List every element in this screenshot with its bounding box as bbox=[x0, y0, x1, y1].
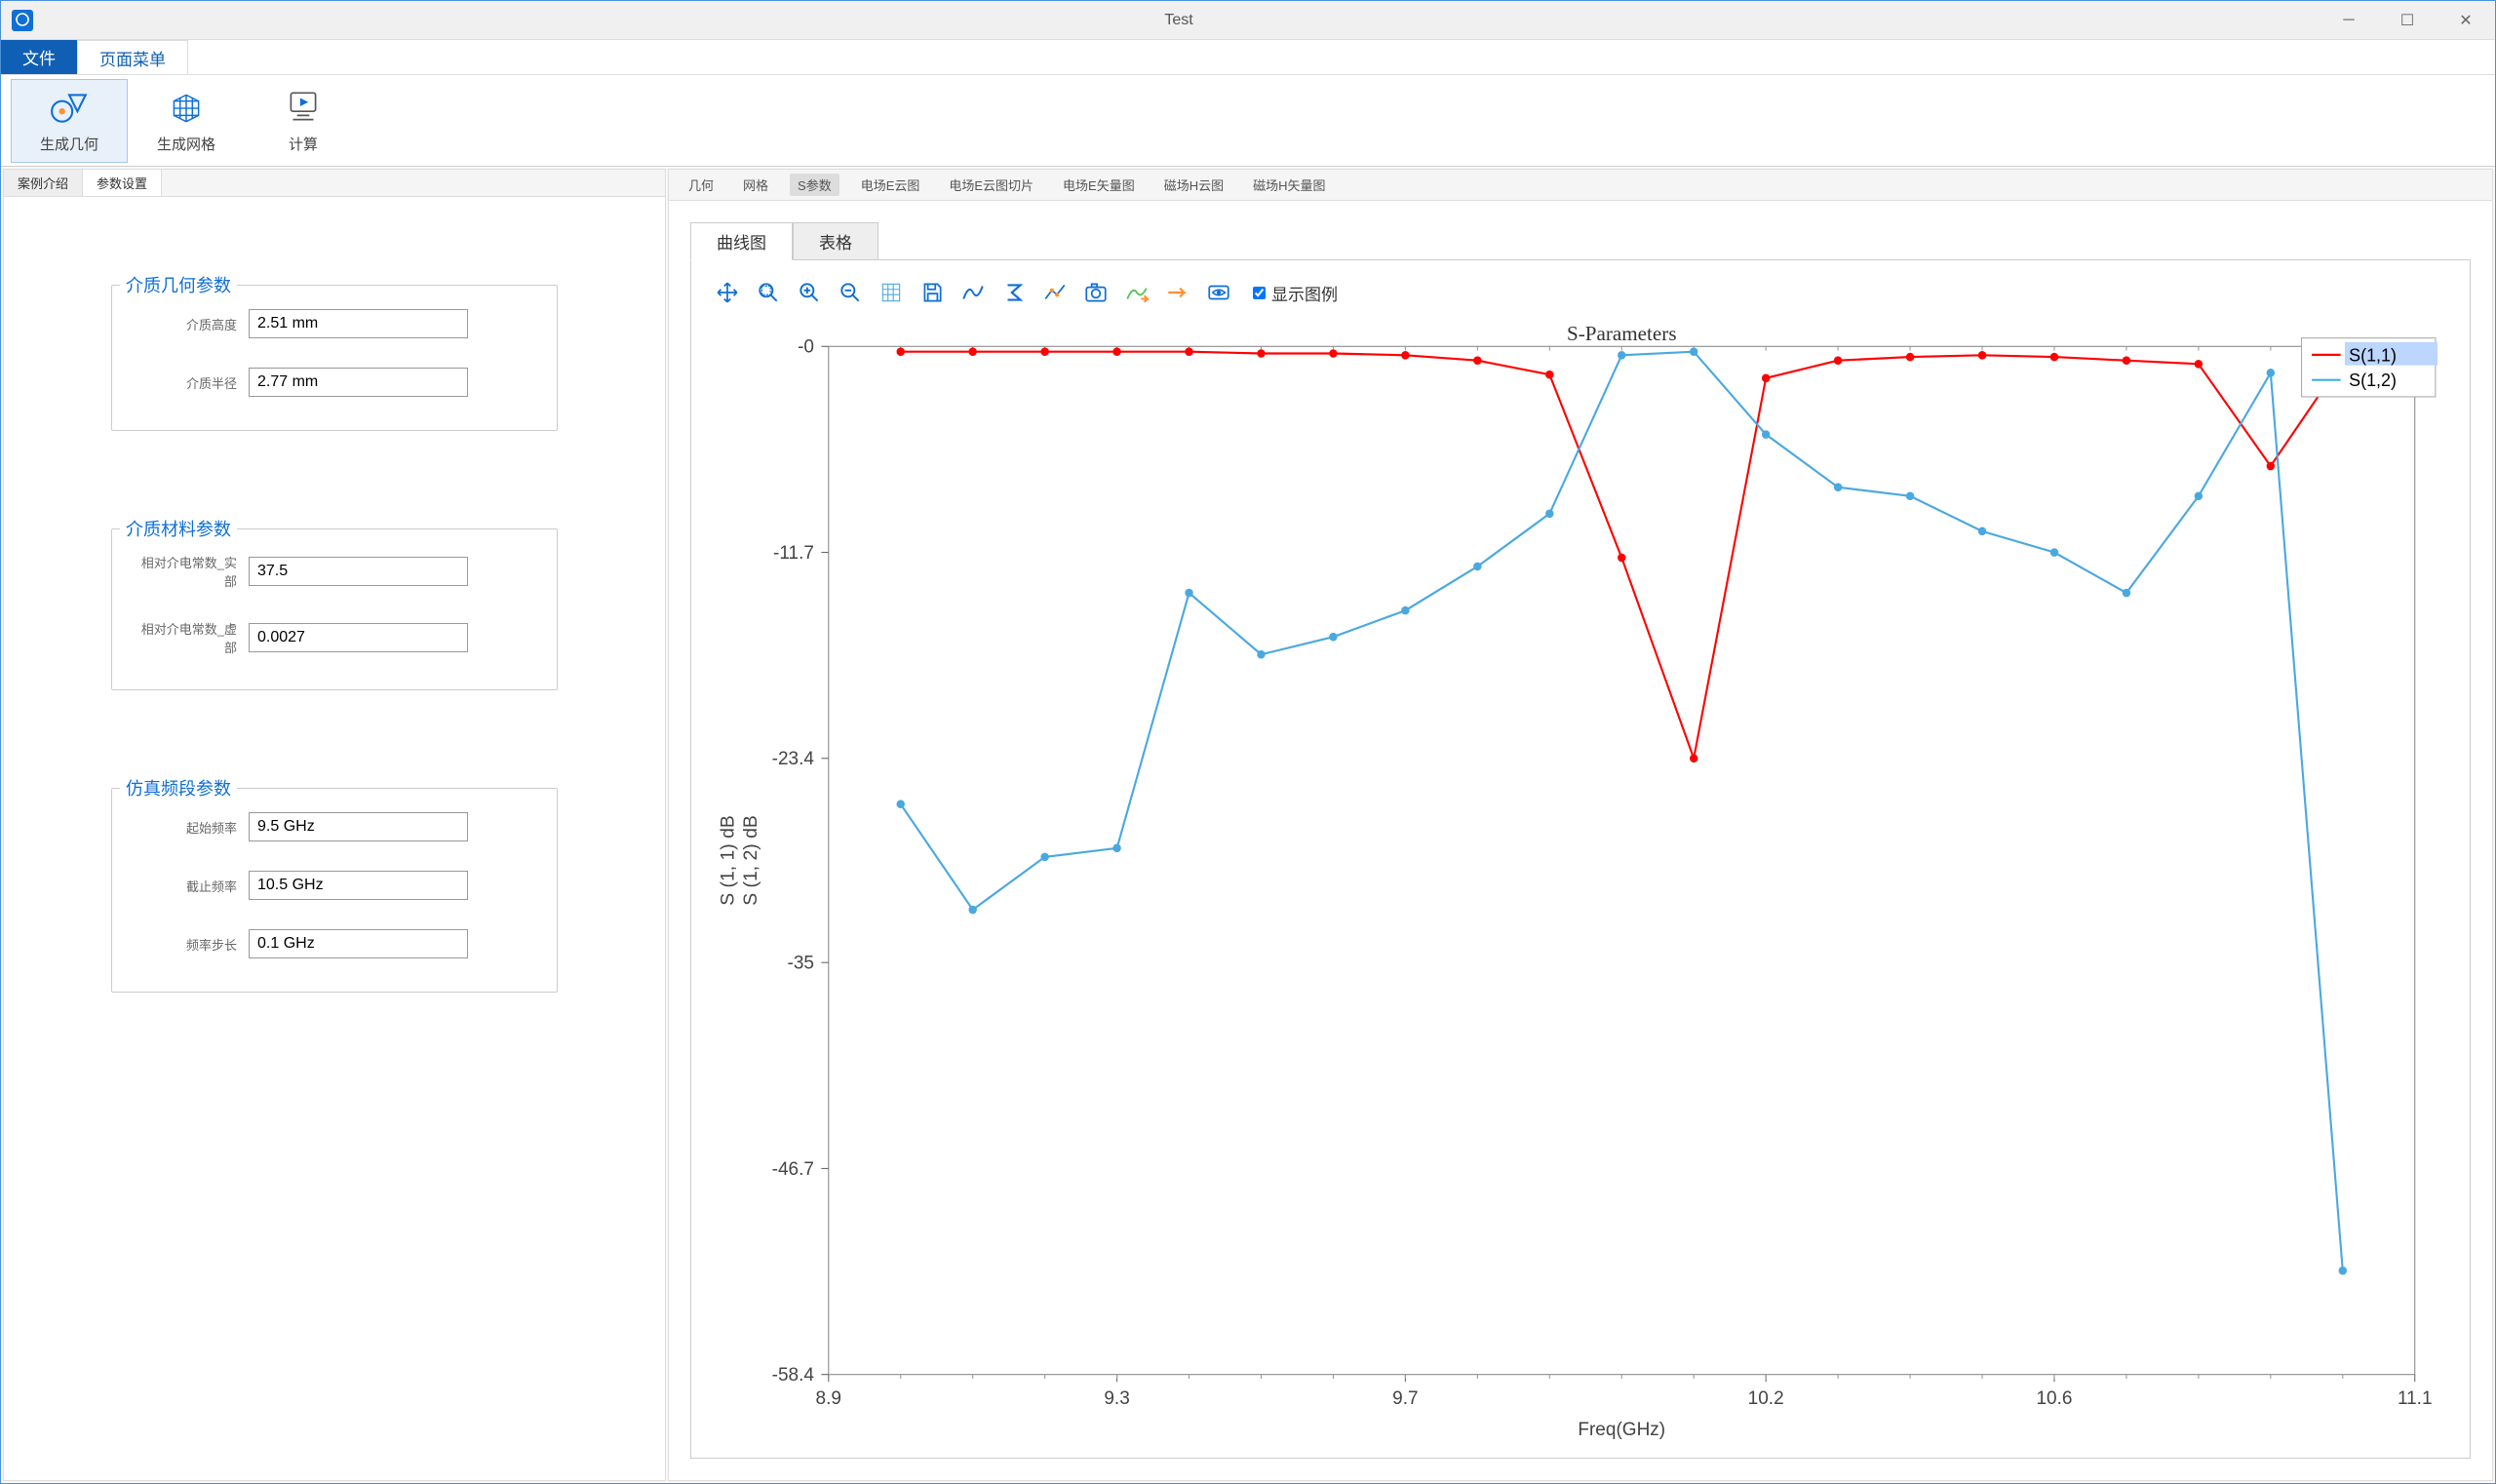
tab-table[interactable]: 表格 bbox=[793, 222, 878, 260]
tool-camera-icon[interactable] bbox=[1077, 274, 1114, 311]
label-eps-imag: 相对介电常数_虚部 bbox=[132, 619, 249, 656]
geometry-icon bbox=[49, 87, 90, 128]
view-tab[interactable]: 电场E云图 bbox=[853, 174, 928, 196]
app-icon bbox=[7, 5, 38, 36]
label-medium-radius: 介质半径 bbox=[132, 373, 249, 392]
input-eps-imag[interactable] bbox=[249, 623, 468, 652]
tool-zoom-box-icon[interactable] bbox=[750, 274, 787, 311]
minimize-button[interactable]: ─ bbox=[2320, 1, 2378, 40]
svg-text:10.2: 10.2 bbox=[1748, 1388, 1784, 1409]
tool-export-icon[interactable] bbox=[1118, 274, 1155, 311]
mesh-icon bbox=[166, 87, 207, 128]
group-geometry: 介质几何参数 介质高度 介质半径 bbox=[111, 285, 558, 431]
svg-text:-58.4: -58.4 bbox=[772, 1365, 815, 1386]
ribbon-generate-mesh[interactable]: 生成网格 bbox=[128, 79, 245, 163]
group-material: 介质材料参数 相对介电常数_实部 相对介电常数_虚部 bbox=[111, 528, 558, 690]
input-step-freq[interactable] bbox=[249, 929, 468, 958]
ribbon: 生成几何 生成网格 计算 bbox=[1, 75, 2495, 167]
plot[interactable]: S-Parameters 8.9 9.3 9.7 10.2 10.6 11.1 -0 -11.7… bbox=[705, 315, 2456, 1448]
view-tab[interactable]: S参数 bbox=[790, 174, 839, 196]
ribbon-label: 计算 bbox=[289, 134, 318, 154]
svg-text:-46.7: -46.7 bbox=[772, 1159, 814, 1180]
ribbon-label: 生成几何 bbox=[40, 134, 98, 154]
ribbon-compute[interactable]: 计算 bbox=[245, 79, 362, 163]
input-start-freq[interactable] bbox=[249, 812, 468, 841]
tool-arrow-icon[interactable] bbox=[1159, 274, 1196, 311]
tab-param-settings[interactable]: 参数设置 bbox=[83, 170, 162, 196]
svg-text:11.1: 11.1 bbox=[2398, 1388, 2433, 1409]
group-title: 仿真频段参数 bbox=[120, 775, 237, 801]
left-tabs: 案例介绍 参数设置 bbox=[4, 170, 665, 197]
svg-text:S-Parameters: S-Parameters bbox=[1567, 322, 1677, 345]
menubar: 文件 页面菜单 bbox=[1, 40, 2495, 75]
tab-case-intro[interactable]: 案例介绍 bbox=[4, 170, 83, 196]
window-title: Test bbox=[38, 12, 2320, 29]
svg-text:9.3: 9.3 bbox=[1104, 1388, 1129, 1409]
compute-icon bbox=[283, 87, 324, 128]
tool-eye-icon[interactable] bbox=[1200, 274, 1237, 311]
window-controls: ─ ☐ ✕ bbox=[2320, 1, 2495, 40]
legend-checkbox-input[interactable] bbox=[1253, 287, 1266, 299]
view-tabs: 几何网格 S参数电场E云图电场E云图切片电场E矢量图磁场H云图磁场H矢量图 bbox=[669, 170, 2492, 201]
svg-text:S (1, 1) dB: S (1, 1) dB bbox=[719, 815, 739, 906]
legend-checkbox-label: 显示图例 bbox=[1271, 281, 1338, 305]
input-medium-height[interactable] bbox=[249, 309, 468, 338]
label-step-freq: 频率步长 bbox=[132, 935, 249, 954]
parameter-panel: 案例介绍 参数设置 介质几何参数 介质高度 介质半径 介质材料参数 bbox=[3, 169, 666, 1481]
input-medium-radius[interactable] bbox=[249, 368, 468, 397]
label-start-freq: 起始频率 bbox=[132, 818, 249, 837]
view-tab[interactable]: 几何 bbox=[681, 174, 722, 196]
tool-sigma-icon[interactable] bbox=[995, 274, 1033, 311]
tool-grid-icon[interactable] bbox=[873, 274, 910, 311]
chart-body: 显示图例 S-Parameters 8.9 9.3 9.7 10.2 10.6 11.1 -0… bbox=[690, 259, 2471, 1459]
close-button[interactable]: ✕ bbox=[2437, 1, 2495, 40]
tool-zoom-in-icon[interactable] bbox=[791, 274, 828, 311]
view-tab[interactable]: 磁场H矢量图 bbox=[1245, 174, 1333, 196]
view-tab[interactable]: 网格 bbox=[735, 174, 776, 196]
input-stop-freq[interactable] bbox=[249, 871, 468, 900]
svg-text:-35: -35 bbox=[788, 954, 814, 974]
tool-save-icon[interactable] bbox=[914, 274, 951, 311]
ribbon-generate-geometry[interactable]: 生成几何 bbox=[11, 79, 128, 163]
group-title: 介质材料参数 bbox=[120, 516, 237, 541]
svg-text:-23.4: -23.4 bbox=[772, 749, 815, 769]
label-medium-height: 介质高度 bbox=[132, 315, 249, 333]
chart-area: 曲线图 表格 bbox=[669, 201, 2492, 1480]
svg-text:-0: -0 bbox=[798, 337, 814, 358]
svg-text:9.7: 9.7 bbox=[1392, 1388, 1418, 1409]
label-eps-real: 相对介电常数_实部 bbox=[132, 553, 249, 590]
legend-checkbox[interactable]: 显示图例 bbox=[1253, 281, 1338, 305]
results-panel: 几何网格 S参数电场E云图电场E云图切片电场E矢量图磁场H云图磁场H矢量图 曲线图… bbox=[668, 169, 2493, 1481]
group-title: 介质几何参数 bbox=[120, 272, 237, 297]
tool-marker-icon[interactable] bbox=[1036, 274, 1073, 311]
chart-toolbar: 显示图例 bbox=[705, 270, 2456, 315]
svg-text:S(1,1): S(1,1) bbox=[2349, 345, 2397, 365]
input-eps-real[interactable] bbox=[249, 557, 468, 586]
maximize-button[interactable]: ☐ bbox=[2378, 1, 2437, 40]
view-tab[interactable]: 电场E矢量图 bbox=[1055, 174, 1143, 196]
param-body: 介质几何参数 介质高度 介质半径 介质材料参数 相对介电常数_实部 bbox=[4, 197, 665, 1480]
chart-tabs: 曲线图 表格 bbox=[690, 222, 2471, 260]
tool-zoom-out-icon[interactable] bbox=[832, 274, 869, 311]
tool-pan-icon[interactable] bbox=[709, 274, 746, 311]
app-window: Test ─ ☐ ✕ 文件 页面菜单 生成几何 生成网格 计算 bbox=[0, 0, 2496, 1484]
svg-text:8.9: 8.9 bbox=[816, 1388, 841, 1409]
svg-text:10.6: 10.6 bbox=[2036, 1388, 2072, 1409]
svg-text:-11.7: -11.7 bbox=[773, 543, 814, 564]
view-tab[interactable]: 电场E云图切片 bbox=[941, 174, 1041, 196]
tab-line-chart[interactable]: 曲线图 bbox=[690, 222, 793, 260]
tool-curve-icon[interactable] bbox=[955, 274, 992, 311]
content-area: 案例介绍 参数设置 介质几何参数 介质高度 介质半径 介质材料参数 bbox=[1, 167, 2495, 1483]
svg-text:S (1, 2) dB: S (1, 2) dB bbox=[741, 815, 761, 906]
ribbon-label: 生成网格 bbox=[157, 134, 215, 154]
view-tab[interactable]: 磁场H云图 bbox=[1156, 174, 1231, 196]
menu-file[interactable]: 文件 bbox=[1, 40, 77, 74]
svg-text:Freq(GHz): Freq(GHz) bbox=[1578, 1420, 1665, 1440]
titlebar: Test ─ ☐ ✕ bbox=[1, 1, 2495, 40]
group-frequency: 仿真频段参数 起始频率 截止频率 频率步长 bbox=[111, 788, 558, 993]
menu-page[interactable]: 页面菜单 bbox=[77, 40, 188, 74]
svg-text:S(1,2): S(1,2) bbox=[2349, 371, 2397, 390]
label-stop-freq: 截止频率 bbox=[132, 877, 249, 895]
